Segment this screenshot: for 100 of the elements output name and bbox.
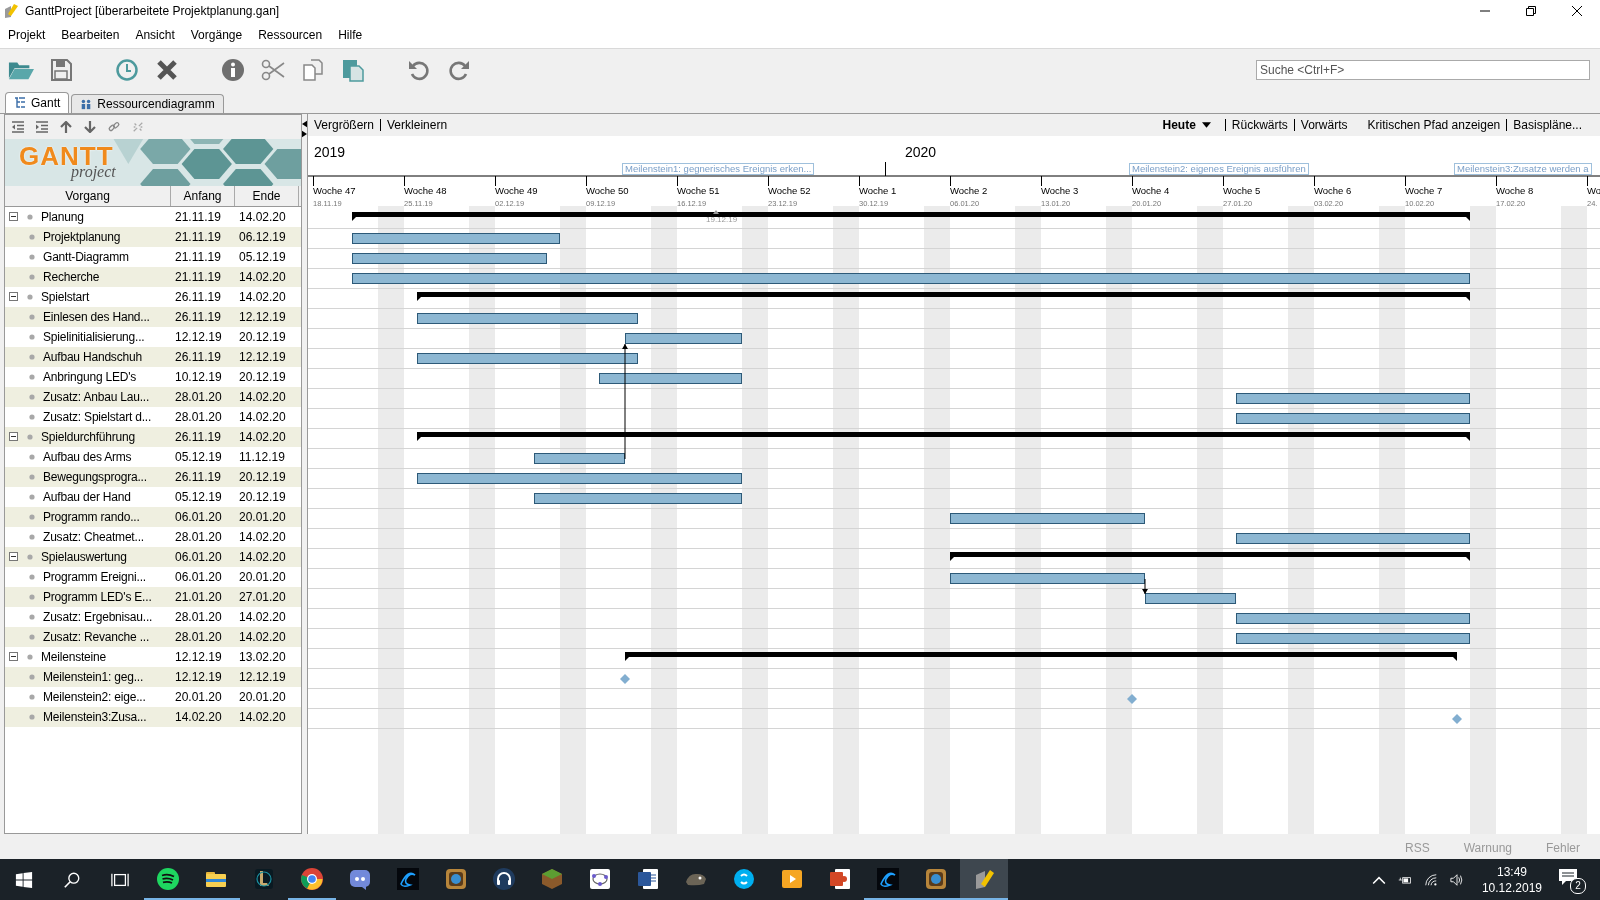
milestone-label: Meilenstein1: gegnerisches Ereignis erken... [622,162,815,175]
menu-item[interactable]: Hilfe [333,28,368,43]
task-bar[interactable] [625,332,742,344]
task-row[interactable]: Aufbau Handschuh 26.11.19 12.12.19 [5,346,301,367]
task-row[interactable]: Programm Ereigni... 06.01.20 20.01.20 [5,566,301,587]
task-row[interactable]: Zusatz: Anbau Lau... 28.01.20 14.02.20 [5,386,301,407]
view-link[interactable]: Basispläne... [1513,117,1582,132]
app-icon [3,3,19,20]
task-row[interactable]: Programm LED's E... 21.01.20 27.01.20 [5,586,301,607]
task-bar[interactable] [417,472,742,484]
task-bar[interactable] [599,372,742,384]
table-cell: Gantt-Diagramm [43,249,129,264]
table-cell: Meilensteine [41,649,106,664]
menu-item[interactable]: Bearbeiten [56,28,125,43]
copy-icon[interactable] [300,58,326,83]
task-row[interactable]: Zusatz: Ergebnisau... 28.01.20 14.02.20 [5,606,301,627]
arrow-up-icon[interactable] [59,120,73,133]
tab[interactable]: Gantt [5,91,70,113]
outdent-icon[interactable] [11,120,25,133]
column-header[interactable]: Ende [235,185,299,206]
task-bar[interactable] [1236,532,1470,544]
task-row[interactable]: Bewegungsprogra... 26.11.19 20.12.19 [5,466,301,487]
task-row[interactable]: Recherche 21.11.19 14.02.20 [5,266,301,287]
task-row[interactable]: Planung 21.11.19 14.02.20 [5,206,301,227]
task-row[interactable]: Spielauswertung 06.01.20 14.02.20 [5,546,301,567]
task-bar[interactable] [417,352,638,364]
tab[interactable]: Ressourcendiagramm [71,93,224,113]
task-bar[interactable] [950,512,1145,524]
expand-toggle[interactable] [9,432,18,442]
bullet-icon [29,273,35,280]
undo-icon[interactable] [406,58,432,83]
task-bar[interactable] [417,312,638,324]
zoom-link[interactable]: Verkleinern [387,117,448,132]
task-row[interactable]: Zusatz: Revanche ... 28.01.20 14.02.20 [5,626,301,647]
nav-link[interactable]: Vorwärts [1300,117,1348,132]
wifi-icon[interactable] [1423,872,1438,887]
task-bar[interactable] [1236,612,1470,624]
paste-icon[interactable] [340,58,366,83]
task-row[interactable]: Meilensteine 12.12.19 13.02.20 [5,646,301,667]
task-row[interactable]: Spielinitialisierung... 12.12.19 20.12.19 [5,326,301,347]
task-bar[interactable] [1236,632,1470,644]
table-cell: Anbringung LED's [43,369,137,384]
task-bar[interactable] [352,272,1470,284]
collapse-arrow-icon[interactable] [302,119,307,128]
expand-toggle[interactable] [9,292,18,302]
task-row[interactable]: Spielstart 26.11.19 14.02.20 [5,286,301,307]
week-label: Woche 8 [1496,184,1534,196]
summary-bar[interactable] [352,211,1470,221]
search-field[interactable]: Suche <Ctrl+F> [1256,60,1590,81]
today-dropdown[interactable]: Heute [1162,117,1211,132]
summary-bar[interactable] [625,651,1457,661]
task-bar[interactable] [950,572,1145,584]
column-header[interactable]: Vorgang [5,185,171,206]
info-icon[interactable] [220,58,246,83]
task-row[interactable]: Programm rando... 06.01.20 20.01.20 [5,506,301,527]
expand-arrow-icon[interactable] [302,129,307,138]
expand-toggle[interactable] [9,212,18,222]
link-icon[interactable] [107,120,121,133]
task-row[interactable]: Aufbau der Hand 05.12.19 20.12.19 [5,486,301,507]
arrow-down-icon[interactable] [83,120,97,133]
task-bar[interactable] [1236,392,1470,404]
bullet-icon [29,393,35,400]
task-row[interactable]: Spieldurchführung 26.11.19 14.02.20 [5,426,301,447]
expand-toggle[interactable] [9,652,18,662]
task-row[interactable]: Meilenstein1: geg... 12.12.19 12.12.19 [5,666,301,687]
task-row[interactable]: Gantt-Diagramm 21.11.19 05.12.19 [5,246,301,267]
column-header[interactable]: Anfang [171,185,235,206]
menu-item[interactable]: Vorgänge [185,28,248,43]
task-bar[interactable] [534,452,625,464]
menu-item[interactable]: Ressourcen [253,28,328,43]
milestone-label: Meilenstein2: eigenes Ereignis ausführen [1129,162,1309,175]
task-bar[interactable] [352,232,560,244]
task-bar[interactable] [534,492,742,504]
summary-bar[interactable] [417,431,1470,441]
task-row[interactable]: Einlesen des Hand... 26.11.19 12.12.19 [5,306,301,327]
expand-toggle[interactable] [9,552,18,562]
zoom-link[interactable]: Vergrößern [314,117,375,132]
table-cell: Planung [41,209,84,224]
task-row[interactable]: Projektplanung 21.11.19 06.12.19 [5,226,301,247]
view-link[interactable]: Kritischen Pfad anzeigen [1367,117,1501,132]
menu-item[interactable]: Ansicht [130,28,180,43]
task-row[interactable]: Zusatz: Cheatmet... 28.01.20 14.02.20 [5,526,301,547]
task-row[interactable]: Meilenstein3:Zusa... 14.02.20 14.02.20 [5,706,301,727]
scissors-icon[interactable] [260,58,286,83]
summary-bar[interactable] [417,291,1470,301]
task-bar[interactable] [352,252,547,264]
menu-item[interactable]: Projekt [3,28,51,43]
nav-link[interactable]: Rückwärts [1231,117,1288,132]
task-row[interactable]: Anbringung LED's 10.12.19 20.12.19 [5,366,301,387]
task-row[interactable]: Zusatz: Spielstart d... 28.01.20 14.02.20 [5,406,301,427]
indent-icon[interactable] [35,120,49,133]
task-bar[interactable] [1145,592,1236,604]
save-icon[interactable] [48,58,74,83]
task-row[interactable]: Aufbau des Arms 05.12.19 11.12.19 [5,446,301,467]
task-row[interactable]: Meilenstein2: eige... 20.01.20 20.01.20 [5,686,301,707]
clock-icon[interactable] [114,58,140,83]
summary-bar[interactable] [950,551,1470,561]
volume-icon[interactable] [1449,872,1464,887]
task-bar[interactable] [1236,412,1470,424]
bullet-icon [29,613,35,620]
